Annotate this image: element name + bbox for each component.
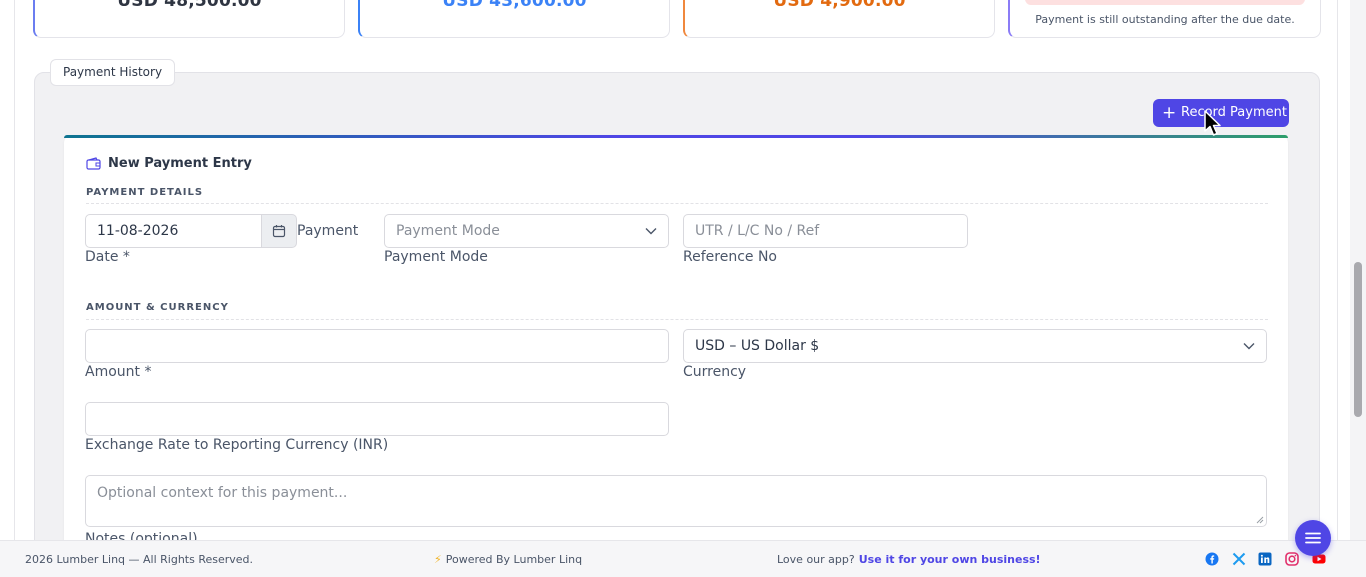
paid-amount-value: USD 43,600.00 (442, 0, 587, 11)
footer: 2026 Lumber Linq — All Rights Reserved. … (0, 540, 1366, 577)
notes-textarea[interactable]: Optional context for this payment... (85, 475, 1267, 527)
scrollbar-thumb[interactable] (1354, 262, 1362, 417)
amount-label: Amount * (85, 364, 152, 380)
new-payment-entry-card: New Payment Entry PAYMENT DETAILS 11-08-… (64, 135, 1288, 540)
linkedin-icon[interactable] (1258, 552, 1272, 566)
payment-history-legend: Payment History (50, 59, 176, 86)
currency-label: Currency (683, 364, 747, 380)
use-it-link[interactable]: Use it for your own business! (859, 553, 1041, 566)
vertical-scrollbar[interactable] (1350, 0, 1366, 540)
instagram-icon[interactable] (1285, 552, 1299, 566)
main-content: USD 48,500.00 USD 43,600.00 USD 4,900.00… (14, 0, 1338, 540)
promo-text: Love our app? Use it for your own busines… (777, 553, 1041, 566)
x-icon[interactable] (1232, 552, 1246, 566)
chevron-down-icon (1243, 343, 1255, 350)
reference-input[interactable]: UTR / L/C No / Ref (683, 214, 968, 248)
outstanding-amount-value: USD 4,900.00 (773, 0, 906, 11)
notes-label: Notes (optional) (85, 531, 198, 540)
amount-input[interactable] (85, 329, 669, 363)
total-amount-card: USD 48,500.00 (33, 0, 345, 38)
exchange-rate-input[interactable] (85, 402, 669, 436)
payment-date-input[interactable]: 11-08-2026 (85, 214, 262, 248)
divider (86, 203, 1268, 204)
summary-cards: USD 48,500.00 USD 43,600.00 USD 4,900.00… (33, 0, 1321, 38)
copyright-text: 2026 Lumber Linq — All Rights Reserved. (25, 553, 254, 566)
facebook-icon[interactable] (1205, 552, 1219, 566)
plus-icon: + (1162, 103, 1177, 123)
payment-status-card: Payment is still outstanding after the d… (1008, 0, 1321, 38)
chat-menu-button[interactable] (1295, 520, 1331, 556)
chevron-down-icon (645, 228, 657, 235)
record-payment-label: Record Payment (1181, 105, 1287, 120)
resize-handle-icon[interactable] (1256, 516, 1264, 524)
total-amount-value: USD 48,500.00 (117, 0, 262, 11)
outstanding-amount-card: USD 4,900.00 (683, 0, 995, 38)
menu-lines-icon (1305, 532, 1321, 544)
reference-label: Reference No (683, 249, 777, 265)
payment-details-heading: PAYMENT DETAILS (86, 187, 204, 198)
entry-title: New Payment Entry (108, 156, 252, 171)
payment-mode-select[interactable]: Payment Mode (384, 214, 669, 248)
divider (86, 319, 1268, 320)
currency-select[interactable]: USD – US Dollar $ (683, 329, 1267, 363)
calendar-icon (272, 225, 286, 238)
payment-date-label-cont: Date * (85, 249, 130, 265)
status-message: Payment is still outstanding after the d… (1035, 13, 1295, 26)
powered-by: ⚡ Powered By Lumber Linq (434, 553, 583, 566)
payment-date-label: Payment (297, 223, 359, 239)
exchange-rate-label: Exchange Rate to Reporting Currency (INR… (85, 437, 389, 453)
status-bar (1025, 0, 1305, 5)
calendar-button[interactable] (261, 214, 297, 248)
bolt-icon: ⚡ (434, 553, 442, 566)
paid-amount-card: USD 43,600.00 (358, 0, 670, 38)
amount-currency-heading: AMOUNT & CURRENCY (86, 302, 229, 313)
mouse-cursor-icon (1204, 110, 1221, 136)
payment-mode-label: Payment Mode (384, 249, 488, 265)
